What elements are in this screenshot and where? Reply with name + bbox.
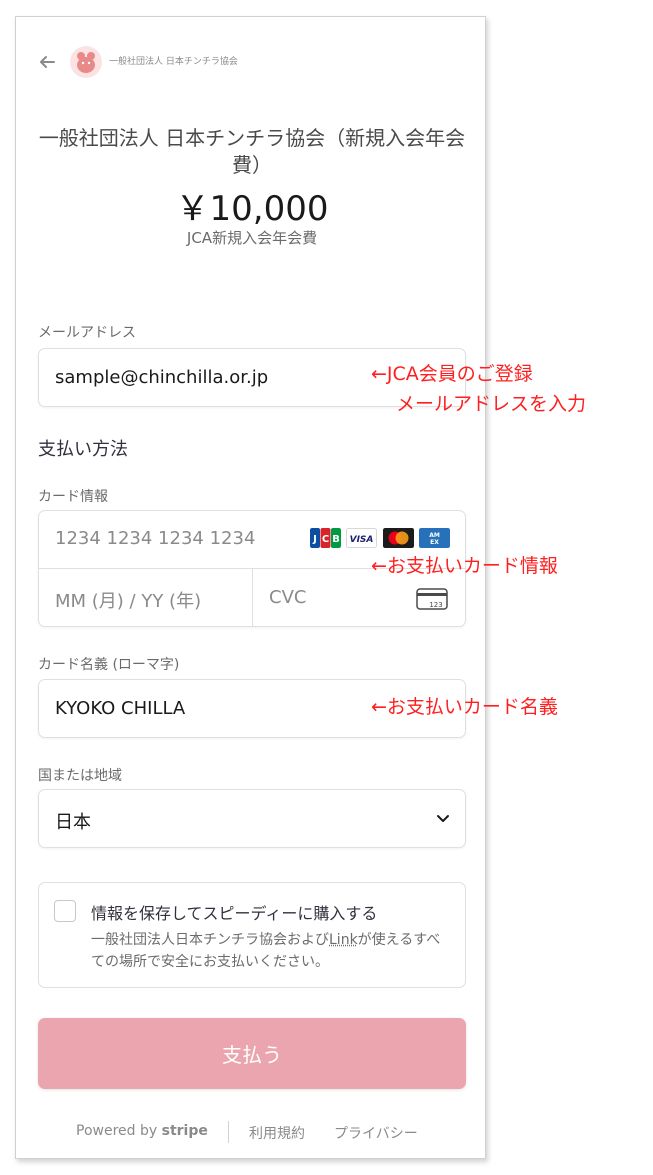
cardholder-label: カード名義 (ローマ字) <box>38 657 180 673</box>
terms-link[interactable]: 利用規約 <box>249 1123 305 1143</box>
merchant-logo-icon <box>70 46 102 78</box>
pay-button[interactable]: 支払う <box>38 1018 466 1089</box>
save-info-title: 情報を保存してスピーディーに購入する <box>91 904 378 923</box>
payment-method-title: 支払い方法 <box>38 439 128 460</box>
email-annotation-line2: メールアドレスを入力 <box>396 393 587 415</box>
amex-icon: AM EX <box>419 528 450 548</box>
visa-icon: VISA <box>346 528 377 548</box>
chevron-down-icon <box>437 815 449 822</box>
footer-divider <box>228 1121 229 1143</box>
price: ￥10,000 <box>175 189 329 229</box>
merchant-name: 一般社団法人 日本チンチラ協会 <box>109 57 238 67</box>
powered-by-stripe[interactable]: Powered by stripe <box>76 1123 208 1139</box>
product-name: 一般社団法人 日本チンチラ協会（新規入会年会費） <box>38 126 466 177</box>
svg-text:EX: EX <box>430 539 439 546</box>
save-info-box: 情報を保存してスピーディーに購入する 一般社団法人日本チンチラ協会およびLink… <box>38 882 466 988</box>
link-link[interactable]: Link <box>329 932 358 948</box>
country-value: 日本 <box>55 812 91 833</box>
stripe-logo: stripe <box>161 1123 208 1139</box>
svg-text:C: C <box>322 534 329 545</box>
svg-text:B: B <box>332 534 340 545</box>
svg-text:J: J <box>312 534 317 545</box>
back-arrow-icon[interactable] <box>38 53 56 71</box>
svg-text:AM: AM <box>429 532 440 539</box>
cardholder-value: KYOKO CHILLA <box>55 698 186 719</box>
save-info-desc-before: 一般社団法人日本チンチラ協会および <box>91 932 329 948</box>
cvc-placeholder: CVC <box>269 587 307 608</box>
country-select[interactable]: 日本 <box>38 789 466 848</box>
footer: Powered by stripe 利用規約 プライバシー <box>16 1121 487 1143</box>
save-info-checkbox[interactable] <box>54 900 76 922</box>
country-label: 国または地域 <box>38 768 122 784</box>
card-number-placeholder: 1234 1234 1234 1234 <box>55 528 256 549</box>
email-annotation-line1: ←JCA会員のご登録 <box>371 363 533 385</box>
mastercard-icon <box>383 528 414 548</box>
email-value: sample@chinchilla.or.jp <box>55 367 269 388</box>
save-info-description: 一般社団法人日本チンチラ協会およびLinkが使えるすべての場所で安全にお支払いく… <box>91 929 451 973</box>
svg-text:123: 123 <box>429 601 442 609</box>
email-label: メールアドレス <box>38 325 136 341</box>
name-annotation: ←お支払いカード名義 <box>371 696 558 718</box>
expiry-placeholder: MM (月) / YY (年) <box>55 591 202 612</box>
privacy-link[interactable]: プライバシー <box>334 1123 418 1143</box>
card-info-label: カード情報 <box>38 489 108 505</box>
card-annotation: ←お支払いカード情報 <box>371 555 558 577</box>
product-description: JCA新規入会年会費 <box>186 229 318 247</box>
jcb-icon: J C B <box>310 528 341 548</box>
checkout-panel: 一般社団法人 日本チンチラ協会 一般社団法人 日本チンチラ協会（新規入会年会費）… <box>15 16 486 1159</box>
cvc-card-icon: 123 <box>416 588 448 610</box>
expiry-input[interactable]: MM (月) / YY (年) <box>39 569 252 627</box>
svg-text:VISA: VISA <box>350 535 374 545</box>
powered-by-label: Powered by <box>76 1123 158 1139</box>
